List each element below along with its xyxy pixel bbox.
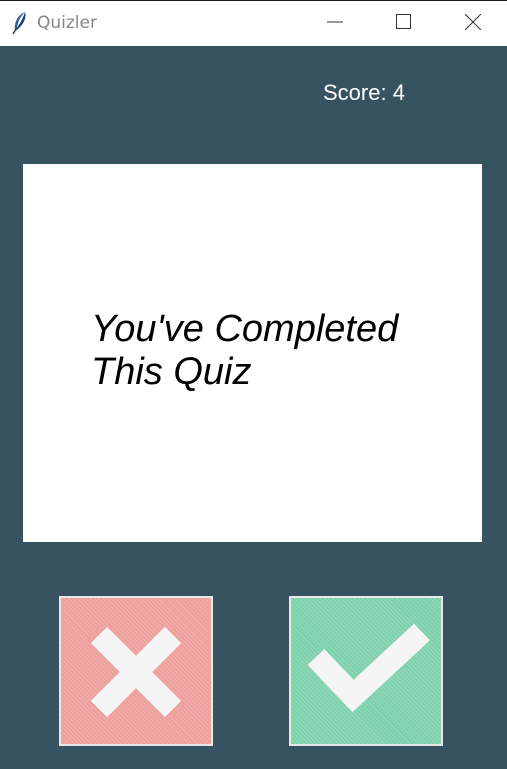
minimize-button[interactable] (300, 2, 369, 46)
window-title: Quizler (37, 13, 97, 33)
maximize-button[interactable] (369, 2, 438, 46)
true-button[interactable] (289, 596, 443, 746)
maximize-icon (395, 13, 412, 35)
close-button[interactable] (438, 2, 507, 46)
question-card: You've Completed This Quiz (23, 164, 482, 542)
false-button[interactable] (59, 596, 213, 746)
quiz-window: Quizler Score: 4 You've Completed This Q… (0, 0, 507, 769)
minimize-icon (326, 14, 343, 35)
score-label: Score: 4 (323, 80, 405, 105)
title-bar[interactable]: Quizler (0, 1, 507, 46)
question-text: You've Completed This Quiz (91, 308, 399, 393)
close-icon (464, 13, 481, 35)
feather-icon (10, 11, 30, 35)
